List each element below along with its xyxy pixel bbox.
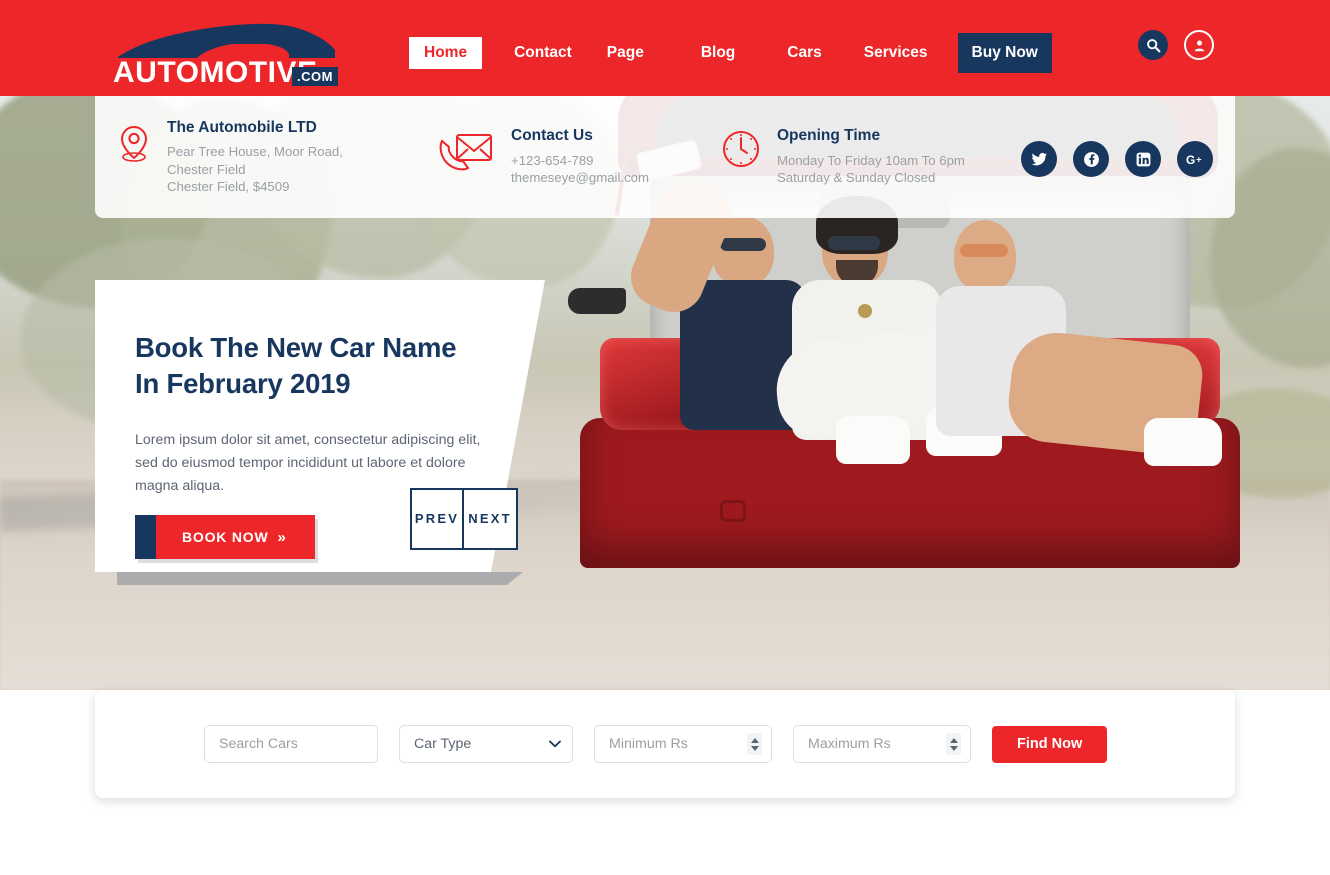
nav-item-contact[interactable]: Contact [514,37,572,69]
contact-info-bar: The Automobile LTD Pear Tree House, Moor… [95,96,1235,218]
sneaker-left [836,416,910,464]
logo-dotcom-badge: .COM [292,67,338,86]
header-icon-group [1138,30,1214,60]
contact-block-address: The Automobile LTD Pear Tree House, Moor… [117,119,417,196]
min-price-input[interactable] [594,725,772,763]
hero-panel-shadow [117,572,523,585]
find-now-button[interactable]: Find Now [992,725,1108,763]
nav-item-blog[interactable]: Blog [701,37,735,69]
contact-block-text: Opening Time Monday To Friday 10am To 6p… [777,127,965,186]
contact-block-line: Chester Field [167,161,246,177]
contact-block-contact-us: Contact Us +123-654-789 themeseye@gmail.… [437,127,707,186]
magnifier-glyph [1146,38,1160,52]
linkedin-icon[interactable] [1125,141,1161,177]
search-cars-input[interactable] [204,725,378,763]
nav-item-home[interactable]: Home [409,37,483,69]
facebook-icon[interactable] [1073,141,1109,177]
contact-email[interactable]: themeseye@gmail.com [511,169,649,186]
hero-panel-content: Book The New Car Name In February 2019 L… [135,330,515,498]
book-now-accent-tab [135,515,156,559]
contact-block-title: Opening Time [777,127,881,145]
clock-icon [721,129,761,174]
contact-block-text: The Automobile LTD Pear Tree House, Moor… [167,119,343,196]
envelope-phone-icon [437,129,495,180]
contact-phone[interactable]: +123-654-789 [511,152,649,169]
car-type-select[interactable]: Car Type [399,725,573,763]
trunk-latch [720,500,746,522]
book-now-label-wrap: BOOK NOW » [156,515,315,559]
sunglasses-icon [720,238,766,251]
contact-block-line: Saturday & Sunday Closed [777,170,936,186]
side-mirror [568,288,626,314]
book-now-label: BOOK NOW [182,529,269,545]
min-price-stepper[interactable] [747,733,762,755]
contact-block-title: Contact Us [511,127,593,145]
necklace-pendant [858,304,872,318]
max-price-input[interactable] [793,725,971,763]
double-chevron-right-icon: » [277,528,287,546]
site-logo[interactable]: AUTOMOTIVE .COM [113,16,338,88]
user-account-icon[interactable] [1184,30,1214,60]
contact-block-opening-time: Opening Time Monday To Friday 10am To 6p… [721,127,1011,186]
stepper-down-icon[interactable] [949,745,958,751]
min-price-wrap [594,725,772,763]
site-header: AUTOMOTIVE .COM Home Contact Page Blog C… [0,0,1330,96]
max-price-stepper[interactable] [946,733,961,755]
contact-block-title: The Automobile LTD [167,118,317,136]
map-pin-icon [117,123,151,170]
sunglasses-icon [960,244,1008,257]
contact-block-text: Contact Us +123-654-789 themeseye@gmail.… [511,127,649,186]
car-search-form: Car Type Find Now [204,725,1108,763]
slider-prev-button[interactable]: PREV [412,490,464,548]
main-navigation: Home Contact Page Blog Cars Services Buy… [409,33,1052,73]
twitter-bird-glyph [1031,152,1047,165]
contact-block-line: Pear Tree House, Moor Road, [167,144,343,160]
person-glyph [1194,40,1204,51]
nav-item-services[interactable]: Services [864,37,928,69]
car-search-panel: Car Type Find Now [95,690,1235,798]
sunglasses-icon [828,236,880,250]
social-links: G + [1021,141,1213,177]
nav-item-buy-now[interactable]: Buy Now [957,33,1052,73]
linkedin-in-glyph [1136,152,1150,166]
car-type-select-wrap: Car Type [399,725,573,763]
facebook-f-glyph [1083,151,1099,167]
stepper-up-icon[interactable] [949,737,958,743]
google-plus-glyph: G + [1186,152,1202,166]
book-now-button[interactable]: BOOK NOW » [135,515,315,559]
slider-next-button[interactable]: NEXT [464,490,516,548]
nav-item-cars[interactable]: Cars [787,37,821,69]
hero-title: Book The New Car Name In February 2019 [135,332,457,400]
svg-text:+: + [1195,154,1201,165]
search-icon[interactable] [1138,30,1168,60]
svg-text:G: G [1186,152,1195,166]
hero-slider-controls: PREV NEXT [410,488,518,550]
contact-block-line: Chester Field, $4509 [167,179,290,194]
stepper-down-icon[interactable] [750,745,759,751]
google-plus-icon[interactable]: G + [1177,141,1213,177]
logo-wordmark: AUTOMOTIVE [113,56,318,89]
nav-item-page[interactable]: Page [607,37,644,69]
stepper-up-icon[interactable] [750,737,759,743]
contact-block-line: Monday To Friday 10am To 6pm [777,152,965,168]
hero-actions: BOOK NOW » PREV NEXT [135,488,518,559]
hero-slide-panel: Book The New Car Name In February 2019 L… [95,280,545,610]
max-price-wrap [793,725,971,763]
sneaker-far-right [1144,418,1222,466]
twitter-icon[interactable] [1021,141,1057,177]
